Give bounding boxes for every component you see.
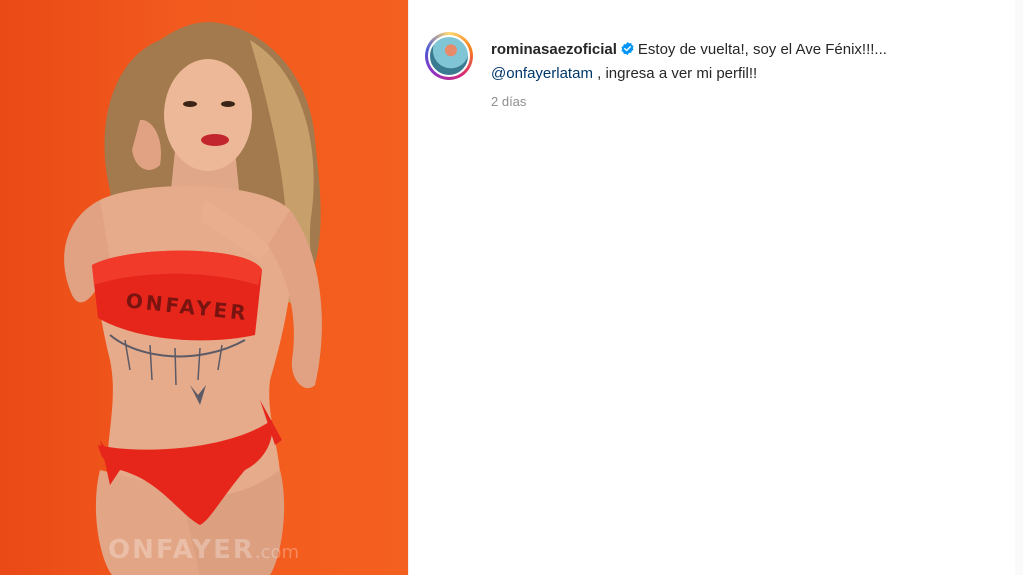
username-link[interactable]: rominasaezoficial: [491, 41, 617, 58]
watermark-brand: ONFAYER: [108, 535, 255, 565]
verified-badge-icon: [621, 41, 634, 56]
post-side-panel: rominasaezoficial Estoy de vuelta!, soy e…: [408, 0, 1023, 575]
watermark-suffix: .com: [254, 542, 300, 563]
post-container: ONFAYER ONFAYER.com rominasaezoficial Est…: [0, 0, 1023, 575]
caption-line2: , ingresa a ver mi perfil!!: [592, 65, 758, 82]
model-photo: ONFAYER: [64, 22, 322, 575]
watermark: ONFAYER.com: [108, 535, 299, 565]
mention-link[interactable]: @onfayerlatam: [491, 65, 593, 82]
caption-row: rominasaezoficial Estoy de vuelta!, soy e…: [425, 32, 991, 109]
caption-line1: Estoy de vuelta!, soy el Ave Fénix!!!...: [637, 41, 887, 58]
post-image[interactable]: ONFAYER ONFAYER.com: [0, 0, 408, 575]
caption-body: rominasaezoficial Estoy de vuelta!, soy e…: [491, 38, 991, 109]
scrollbar[interactable]: [1015, 0, 1023, 575]
timestamp[interactable]: 2 días: [491, 94, 991, 109]
caption-text: rominasaezoficial Estoy de vuelta!, soy e…: [491, 38, 991, 86]
avatar[interactable]: [425, 32, 473, 80]
avatar-image: [428, 35, 470, 77]
